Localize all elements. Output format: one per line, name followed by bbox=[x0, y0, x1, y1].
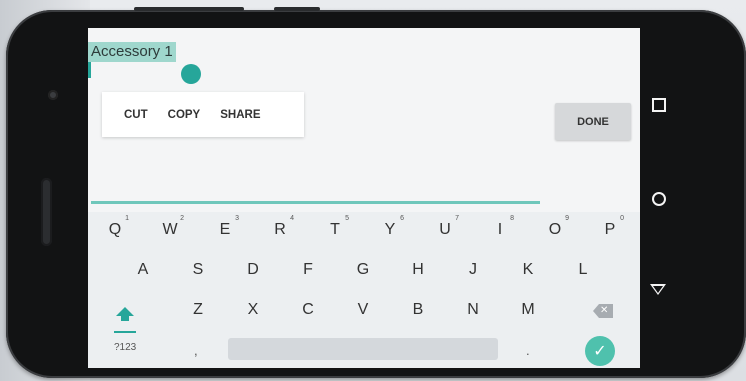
key-label: Y bbox=[384, 221, 396, 238]
keyboard-row-2: ASDFGHJKL bbox=[88, 255, 640, 285]
key-hint: 0 bbox=[620, 215, 624, 222]
selected-text[interactable]: Accessory 1 bbox=[88, 42, 176, 62]
key-q[interactable]: Q1 bbox=[95, 215, 135, 245]
key-hint: 9 bbox=[565, 215, 569, 222]
period-key[interactable]: . bbox=[526, 343, 530, 358]
share-button[interactable]: SHARE bbox=[210, 109, 270, 121]
key-e[interactable]: E3 bbox=[205, 215, 245, 245]
key-x[interactable]: X bbox=[233, 295, 273, 325]
navigation-bar bbox=[641, 28, 685, 368]
camera-icon bbox=[48, 90, 58, 100]
space-bar[interactable] bbox=[228, 338, 498, 360]
key-hint: 7 bbox=[455, 215, 459, 222]
key-z[interactable]: Z bbox=[178, 295, 218, 325]
key-label: E bbox=[219, 221, 231, 238]
done-button[interactable]: DONE bbox=[555, 103, 631, 140]
keyboard-row-1: Q1W2E3R4T5Y6U7I8O9P0 bbox=[88, 215, 640, 245]
key-f[interactable]: F bbox=[288, 255, 328, 285]
check-circle-icon[interactable]: ✓ bbox=[585, 336, 615, 366]
text-field-underline bbox=[91, 201, 540, 204]
key-hint: 3 bbox=[235, 215, 239, 222]
key-r[interactable]: R4 bbox=[260, 215, 300, 245]
key-y[interactable]: Y6 bbox=[370, 215, 410, 245]
key-u[interactable]: U7 bbox=[425, 215, 465, 245]
soft-keyboard: Q1W2E3R4T5Y6U7I8O9P0 ASDFGHJKL ZXCVBNM ✕… bbox=[88, 212, 640, 368]
back-icon-inner bbox=[653, 286, 663, 293]
key-i[interactable]: I8 bbox=[480, 215, 520, 245]
key-label: I bbox=[497, 221, 503, 238]
key-hint: 1 bbox=[125, 215, 129, 222]
key-n[interactable]: N bbox=[453, 295, 493, 325]
key-t[interactable]: T5 bbox=[315, 215, 355, 245]
key-k[interactable]: K bbox=[508, 255, 548, 285]
comma-key[interactable]: , bbox=[194, 343, 198, 358]
key-a[interactable]: A bbox=[123, 255, 163, 285]
key-l[interactable]: L bbox=[563, 255, 603, 285]
circle-home-icon[interactable] bbox=[652, 192, 666, 206]
enter-check-glyph: ✓ bbox=[593, 343, 607, 360]
volume-button bbox=[134, 7, 244, 11]
shift-indicator bbox=[114, 331, 136, 333]
symbols-key[interactable]: ?123 bbox=[114, 342, 136, 353]
key-label: T bbox=[330, 221, 340, 238]
cut-button[interactable]: CUT bbox=[102, 109, 158, 121]
key-j[interactable]: J bbox=[453, 255, 493, 285]
key-hint: 8 bbox=[510, 215, 514, 222]
key-label: U bbox=[439, 221, 451, 238]
power-button bbox=[274, 7, 320, 11]
key-hint: 5 bbox=[345, 215, 349, 222]
phone-screen: Accessory 1 CUT COPY SHARE DONE Q1W2E3R4… bbox=[88, 28, 640, 368]
key-h[interactable]: H bbox=[398, 255, 438, 285]
key-d[interactable]: D bbox=[233, 255, 273, 285]
key-hint: 6 bbox=[400, 215, 404, 222]
key-hint: 4 bbox=[290, 215, 294, 222]
key-label: P bbox=[604, 221, 616, 238]
key-b[interactable]: B bbox=[398, 295, 438, 325]
key-v[interactable]: V bbox=[343, 295, 383, 325]
text-selection-menu: CUT COPY SHARE bbox=[102, 92, 304, 137]
key-label: O bbox=[548, 221, 562, 238]
key-c[interactable]: C bbox=[288, 295, 328, 325]
selection-handle-end[interactable] bbox=[181, 64, 201, 84]
backspace-x-mark: ✕ bbox=[600, 305, 609, 316]
keyboard-row-3: ZXCVBNM bbox=[88, 295, 640, 325]
copy-button[interactable]: COPY bbox=[158, 109, 211, 121]
key-g[interactable]: G bbox=[343, 255, 383, 285]
key-o[interactable]: O9 bbox=[535, 215, 575, 245]
key-label: W bbox=[162, 221, 178, 238]
square-recents-icon[interactable] bbox=[652, 98, 666, 112]
shift-arrow-icon[interactable] bbox=[114, 304, 136, 326]
speaker-grille bbox=[41, 178, 52, 246]
key-s[interactable]: S bbox=[178, 255, 218, 285]
key-p[interactable]: P0 bbox=[590, 215, 630, 245]
key-label: Q bbox=[108, 221, 122, 238]
key-hint: 2 bbox=[180, 215, 184, 222]
key-w[interactable]: W2 bbox=[150, 215, 190, 245]
key-m[interactable]: M bbox=[508, 295, 548, 325]
selection-handle-start[interactable] bbox=[88, 62, 91, 78]
key-label: R bbox=[274, 221, 286, 238]
